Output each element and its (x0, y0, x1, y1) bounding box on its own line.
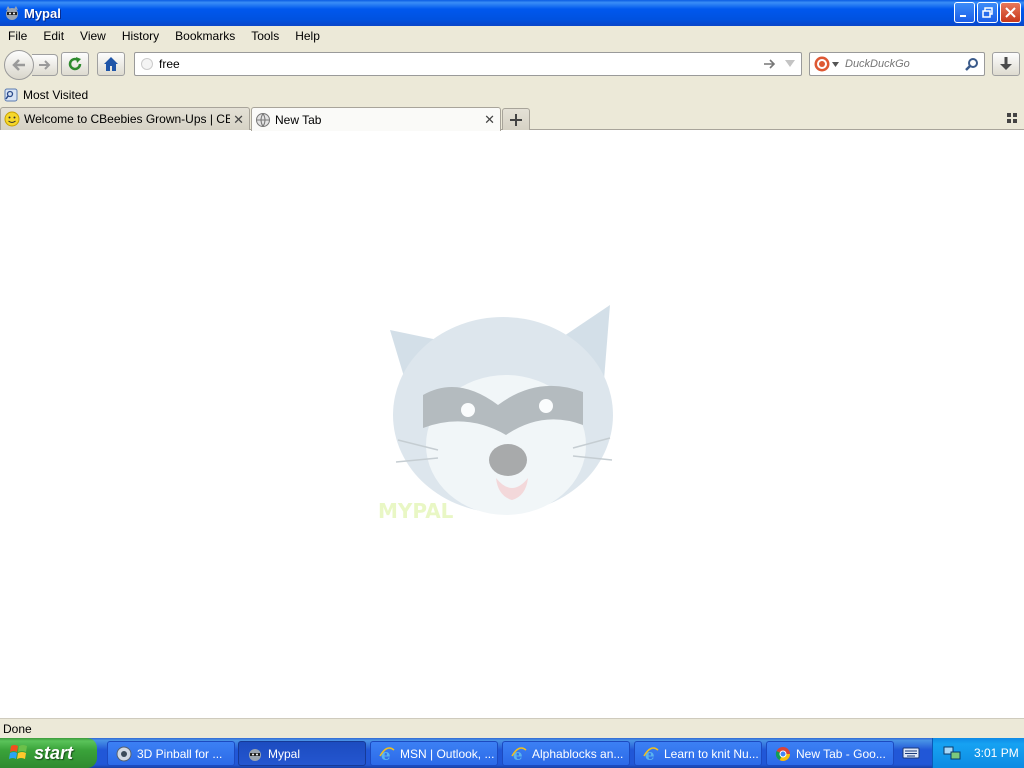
url-dropdown-icon[interactable] (785, 60, 795, 68)
search-engine-selector[interactable] (814, 56, 839, 72)
minimize-button[interactable] (954, 2, 975, 23)
taskbar-item-chrome[interactable]: New Tab - Goo... (766, 741, 894, 766)
close-window-button[interactable] (1000, 2, 1021, 23)
cbeebies-icon (4, 111, 20, 127)
pinball-icon (116, 746, 132, 761)
downloads-button[interactable] (992, 52, 1020, 76)
tab-new-tab[interactable]: New Tab ✕ (251, 107, 501, 131)
status-text: Done (3, 721, 32, 736)
taskbar-item-label: Mypal (268, 746, 301, 761)
new-tab-button[interactable] (502, 108, 530, 130)
reload-icon (68, 57, 82, 71)
ie-icon: e (643, 746, 659, 762)
ie-icon: e (379, 746, 395, 762)
taskbar: start 3D Pinball for ... Mypal e MSN | O… (0, 738, 1024, 768)
page-content: MYPAL (0, 130, 1024, 718)
mypal-raccoon-logo: MYPAL (378, 305, 613, 523)
window-title: Mypal (24, 5, 61, 21)
forward-arrow-icon (38, 60, 50, 70)
title-bar[interactable]: Mypal (0, 0, 1024, 26)
tab-strip: Welcome to CBeebies Grown-Ups | CBee... … (0, 105, 1024, 131)
menu-help[interactable]: Help (287, 29, 328, 43)
system-tray: 3:01 PM (932, 738, 1024, 768)
address-bar[interactable] (134, 52, 802, 76)
back-button[interactable] (4, 50, 34, 80)
search-icon[interactable] (965, 57, 979, 71)
search-input[interactable] (845, 58, 961, 70)
tab-close-icon[interactable]: ✕ (484, 112, 495, 128)
status-bar: Done (0, 718, 1024, 738)
start-button[interactable]: start (0, 738, 97, 768)
taskbar-item-label: Alphablocks an... (532, 746, 624, 761)
tab-title: Welcome to CBeebies Grown-Ups | CBee... (24, 112, 230, 126)
reload-button[interactable] (61, 52, 89, 76)
menu-file[interactable]: File (0, 29, 35, 43)
bookmarks-toolbar: Most Visited (0, 84, 1024, 105)
keyboard-language-icon[interactable] (902, 745, 920, 761)
home-button[interactable] (97, 52, 125, 76)
back-arrow-icon (12, 59, 25, 71)
taskbar-item-pinball[interactable]: 3D Pinball for ... (107, 741, 235, 766)
taskbar-item-alphablocks[interactable]: e Alphablocks an... (502, 741, 630, 766)
download-icon (1000, 57, 1012, 70)
globe-icon (256, 112, 270, 127)
taskbar-item-label: MSN | Outlook, ... (400, 746, 495, 761)
most-visited-folder-icon (4, 88, 18, 101)
logo-text: MYPAL (378, 499, 454, 523)
list-all-tabs-icon[interactable] (1006, 112, 1018, 124)
start-label: start (34, 742, 74, 763)
navigation-toolbar (0, 46, 1024, 84)
forward-button[interactable] (32, 54, 58, 76)
home-icon (104, 57, 118, 71)
windows-logo-icon (9, 745, 27, 759)
url-input[interactable] (159, 57, 749, 71)
taskbar-item-label: Learn to knit Nu... (664, 746, 759, 761)
bookmark-most-visited[interactable]: Most Visited (23, 88, 88, 102)
ie-icon: e (511, 746, 527, 762)
duckduckgo-icon (814, 56, 830, 72)
go-arrow-icon[interactable] (763, 58, 777, 70)
minimize-icon (960, 15, 966, 17)
taskbar-item-mypal[interactable]: Mypal (238, 741, 366, 766)
network-icon[interactable] (943, 744, 961, 762)
plus-icon (510, 113, 522, 126)
menu-bar: File Edit View History Bookmarks Tools H… (0, 26, 1024, 46)
chevron-down-icon (832, 61, 839, 67)
clock[interactable]: 3:01 PM (974, 746, 1019, 760)
taskbar-item-label: 3D Pinball for ... (137, 746, 223, 761)
menu-edit[interactable]: Edit (35, 29, 72, 43)
taskbar-item-knit[interactable]: e Learn to knit Nu... (634, 741, 762, 766)
taskbar-item-msn[interactable]: e MSN | Outlook, ... (370, 741, 498, 766)
mypal-app-icon (6, 6, 18, 20)
restore-button[interactable] (977, 2, 998, 23)
tab-cbeebies[interactable]: Welcome to CBeebies Grown-Ups | CBee... … (0, 107, 250, 130)
menu-bookmarks[interactable]: Bookmarks (167, 29, 243, 43)
menu-tools[interactable]: Tools (243, 29, 287, 43)
menu-history[interactable]: History (114, 29, 167, 43)
restore-icon (982, 7, 993, 18)
tab-title: New Tab (275, 112, 322, 127)
taskbar-item-label: New Tab - Goo... (796, 746, 886, 761)
menu-view[interactable]: View (72, 29, 114, 43)
close-icon (1005, 7, 1016, 18)
site-identity-icon[interactable] (141, 58, 153, 70)
mypal-icon (249, 748, 261, 761)
chrome-icon (775, 746, 790, 761)
tab-close-icon[interactable]: ✕ (233, 112, 244, 128)
search-bar[interactable] (809, 52, 985, 76)
